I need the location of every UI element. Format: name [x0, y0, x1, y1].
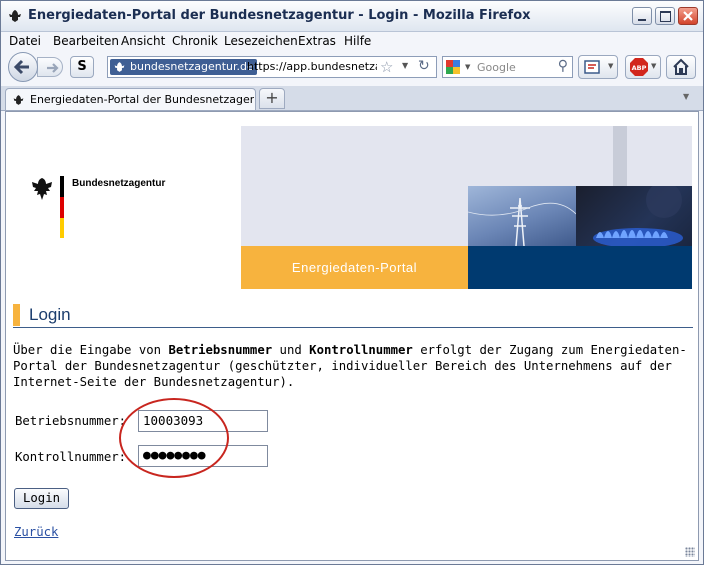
banner-blue-band: [468, 246, 692, 289]
menu-extras[interactable]: Extras: [298, 34, 336, 48]
tab-bar: Energiedaten-Portal der Bundesnetzagentu…: [1, 86, 703, 111]
site-eagle-icon: [114, 62, 125, 72]
url-dropdown-icon[interactable]: ▼: [402, 61, 408, 70]
minimize-button[interactable]: [632, 7, 652, 25]
home-button[interactable]: [666, 55, 696, 79]
intro-text: Über die Eingabe von Betriebsnummer und …: [13, 342, 693, 390]
url-text[interactable]: https://app.bundesnetzagentur.de: [247, 60, 377, 73]
bookmark-star-icon[interactable]: ☆: [380, 58, 393, 76]
menu-bearbeiten[interactable]: Bearbeiten: [53, 34, 119, 48]
federal-eagle-logo-icon: [32, 178, 52, 200]
power-line-photo: [467, 186, 577, 247]
login-button[interactable]: Login: [14, 488, 69, 509]
home-icon: [673, 58, 689, 75]
title-bar: Energiedaten-Portal der Bundesnetzagentu…: [1, 1, 703, 32]
annotation-circle: [119, 398, 229, 478]
tab-eagle-icon: [13, 95, 24, 105]
intro-part1: Über die Eingabe von: [13, 343, 169, 357]
pylon-icon: [467, 197, 577, 247]
menu-hilfe[interactable]: Hilfe: [344, 34, 371, 48]
navigation-toolbar: S bundesnetzagentur.de https://app.bunde…: [1, 51, 703, 85]
page-title: Login: [29, 305, 71, 324]
addon-dropdown-icon[interactable]: ▼: [608, 62, 613, 70]
intro-bold-kontrollnummer: Kontrollnummer: [309, 343, 413, 357]
section-header: Login: [13, 303, 693, 328]
flag-bar: [60, 176, 64, 238]
menu-chronik[interactable]: Chronik: [172, 34, 218, 48]
new-tab-button[interactable]: +: [259, 88, 285, 109]
search-bar[interactable]: ▼ Google ⚲: [442, 56, 573, 78]
intro-part2: und: [272, 343, 310, 357]
plus-icon: +: [265, 88, 279, 107]
search-icon[interactable]: ⚲: [558, 58, 568, 74]
menu-bar: Datei Bearbeiten Ansicht Chronik Lesezei…: [1, 32, 703, 50]
browser-window: Energiedaten-Portal der Bundesnetzagentu…: [0, 0, 704, 565]
maximize-button[interactable]: [655, 7, 675, 25]
back-button[interactable]: [8, 52, 38, 82]
banner-pole: [613, 126, 627, 186]
back-arrow-icon: [13, 59, 29, 75]
adblock-button[interactable]: ABP ▼: [625, 55, 661, 79]
url-bar[interactable]: bundesnetzagentur.de https://app.bundesn…: [107, 56, 437, 78]
firefox-eagle-icon: [9, 10, 21, 22]
betriebsnummer-label: Betriebsnummer:: [15, 414, 127, 428]
addon-icon: [584, 60, 600, 74]
search-engine-dropdown-icon[interactable]: ▼: [465, 63, 470, 71]
header-banner: Energiedaten-Portal: [241, 126, 692, 289]
close-icon: [683, 11, 693, 21]
minimize-icon: [638, 19, 646, 21]
kontrollnummer-label: Kontrollnummer:: [15, 450, 127, 464]
reload-icon[interactable]: ↻: [418, 58, 430, 74]
logo-text: Bundesnetzagentur: [72, 178, 166, 189]
maximize-icon: [660, 11, 671, 22]
menu-datei[interactable]: Datei: [9, 34, 41, 48]
window-title: Energiedaten-Portal der Bundesnetzagentu…: [28, 8, 531, 23]
addon-button[interactable]: ▼: [578, 55, 618, 79]
menu-ansicht[interactable]: Ansicht: [121, 34, 165, 48]
tab-energiedaten[interactable]: Energiedaten-Portal der Bundesnetzagentu…: [5, 88, 256, 110]
resize-grip-icon[interactable]: [685, 547, 695, 557]
tab-label: Energiedaten-Portal der Bundesnetzagentu…: [30, 93, 254, 106]
search-input[interactable]: Google: [477, 61, 516, 74]
close-button[interactable]: [678, 7, 698, 25]
back-link[interactable]: Zurück: [14, 525, 58, 539]
tab-list-icon[interactable]: ▼: [683, 92, 689, 101]
adblock-icon: ABP: [630, 58, 648, 76]
svg-text:ABP: ABP: [632, 64, 647, 72]
site-identity-button[interactable]: bundesnetzagentur.de: [110, 59, 257, 75]
google-icon: [446, 60, 460, 74]
s-toolbar-button[interactable]: S: [70, 56, 94, 78]
adblock-dropdown-icon[interactable]: ▼: [651, 62, 656, 70]
intro-bold-betriebsnummer: Betriebsnummer: [168, 343, 273, 357]
site-identity-label: bundesnetzagentur.de: [130, 60, 254, 73]
section-marker: [13, 304, 20, 326]
page-content: Bundesnetzagentur Energiedaten-Portal Lo…: [5, 111, 699, 561]
forward-arrow-icon: [47, 63, 59, 73]
banner-title: Energiedaten-Portal: [291, 260, 418, 275]
menu-lesezeichen[interactable]: Lesezeichen: [224, 34, 298, 48]
gas-flame-photo: [576, 182, 692, 248]
forward-button[interactable]: [37, 57, 63, 77]
flame-icon: [593, 182, 683, 248]
